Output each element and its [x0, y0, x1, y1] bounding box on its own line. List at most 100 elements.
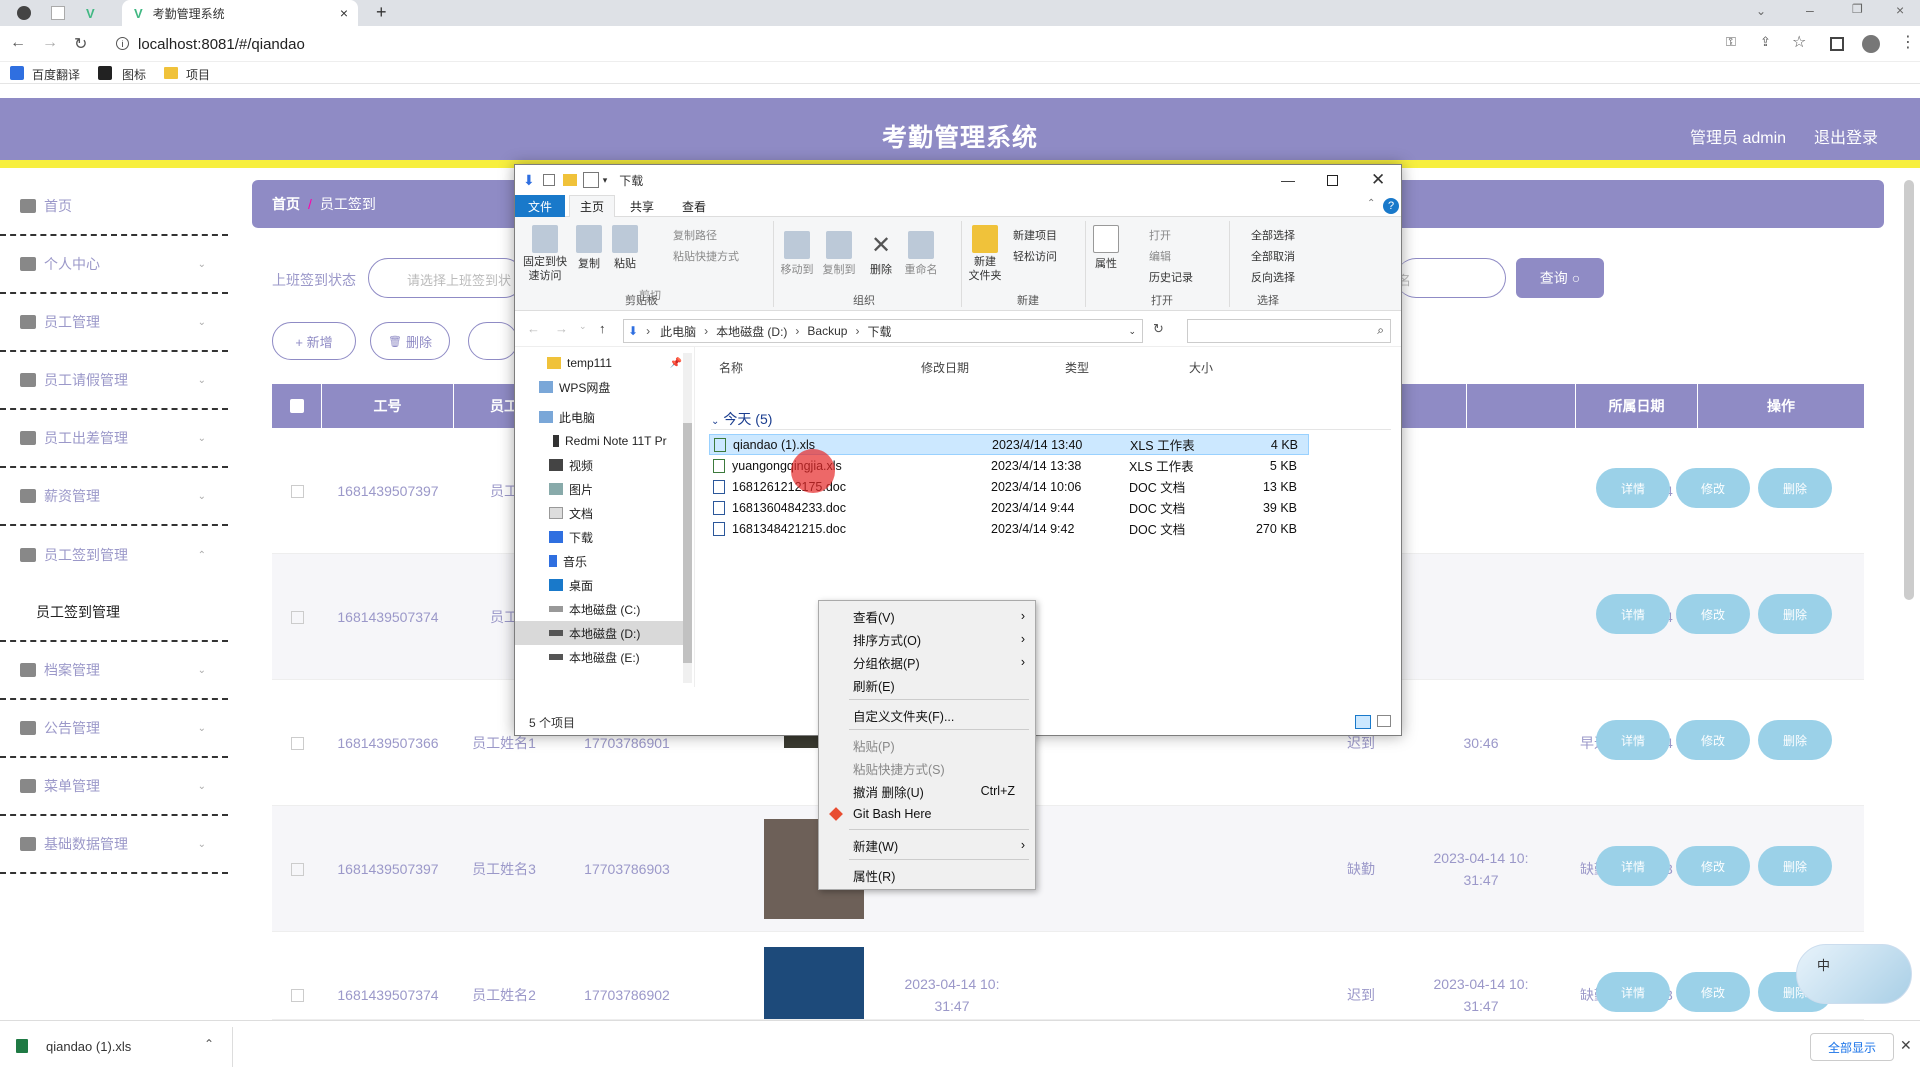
- tree-item[interactable]: 本地磁盘 (C:): [515, 597, 690, 621]
- new-tab-icon[interactable]: +: [376, 2, 387, 23]
- close-icon[interactable]: ✕: [1371, 170, 1385, 190]
- ime-widget[interactable]: 中: [1796, 944, 1912, 1004]
- edit-button[interactable]: 修改: [1676, 846, 1750, 886]
- column-name[interactable]: 名称: [719, 359, 743, 376]
- row-delete-button[interactable]: 删除: [1758, 846, 1832, 886]
- chevron-down-icon[interactable]: ⌄: [579, 321, 587, 332]
- tree-item[interactable]: 音乐: [515, 549, 690, 573]
- close-icon[interactable]: ×: [340, 5, 348, 21]
- row-checkbox[interactable]: [290, 484, 304, 498]
- sidebar-item-home[interactable]: 首页: [0, 178, 228, 236]
- menu-icon[interactable]: ⋮: [1900, 32, 1916, 52]
- sidebar-item-leave[interactable]: 员工请假管理 ⌄: [0, 352, 228, 410]
- reload-icon[interactable]: ↻: [74, 34, 87, 54]
- edit-button[interactable]: 修改: [1676, 720, 1750, 760]
- menu-item-group-by[interactable]: 分组依据(P) ›: [819, 651, 1035, 673]
- tree-item[interactable]: Redmi Note 11T Pr: [515, 429, 690, 453]
- tab-search-icon[interactable]: ⌄: [1756, 4, 1766, 18]
- info-icon[interactable]: i: [116, 37, 129, 50]
- select-all-cell[interactable]: [272, 384, 322, 428]
- page-scrollbar[interactable]: [1904, 180, 1914, 600]
- new-item-button[interactable]: 新建项目: [1013, 227, 1057, 243]
- sidebar-item-basedata[interactable]: 基础数据管理 ⌄: [0, 816, 228, 874]
- chevron-down-icon[interactable]: ⌄: [1128, 326, 1136, 337]
- window-close-icon[interactable]: ×: [1896, 2, 1904, 18]
- back-icon[interactable]: ←: [527, 321, 540, 336]
- sidebar-item-employees[interactable]: 员工管理 ⌄: [0, 294, 228, 352]
- copy-path-button[interactable]: 复制路径: [673, 227, 717, 243]
- extra-button[interactable]: [468, 322, 518, 360]
- browser-tab-pinned[interactable]: V: [78, 0, 106, 26]
- properties-quick-icon[interactable]: [542, 174, 555, 186]
- file-row[interactable]: 1681348421215.doc 2023/4/14 9:42 DOC 文档 270…: [709, 518, 1309, 539]
- edit-button[interactable]: 修改: [1676, 594, 1750, 634]
- menu-item-sort[interactable]: 排序方式(O) ›: [819, 628, 1035, 650]
- sidebar-subitem-checkin[interactable]: 员工签到管理: [0, 584, 228, 642]
- select-all-button[interactable]: 全部选择: [1251, 227, 1295, 243]
- tree-item-selected[interactable]: 本地磁盘 (D:): [515, 621, 690, 645]
- profile-icon[interactable]: [1862, 35, 1880, 53]
- pin-quick-access-button[interactable]: 固定到快 速访问: [519, 225, 571, 283]
- minimize-icon[interactable]: —: [1281, 172, 1295, 188]
- row-delete-button[interactable]: 删除: [1758, 720, 1832, 760]
- edit-button[interactable]: 编辑: [1149, 248, 1171, 264]
- path-segment[interactable]: 本地磁盘 (D:): [716, 323, 787, 340]
- delete-button[interactable]: 🗑 删除: [370, 322, 450, 360]
- menu-item-view[interactable]: 查看(V) ›: [819, 605, 1035, 627]
- tree-item[interactable]: 下载: [515, 525, 690, 549]
- breadcrumb-home[interactable]: 首页: [272, 194, 300, 214]
- tree-scrollbar-thumb[interactable]: [683, 423, 692, 663]
- file-row-selected[interactable]: qiandao (1).xls 2023/4/14 13:40 XLS 工作表 4 K…: [709, 434, 1309, 455]
- paste-button[interactable]: 粘贴: [609, 225, 641, 271]
- forward-icon[interactable]: →: [555, 321, 568, 336]
- url-field[interactable]: localhost:8081/#/qiandao: [138, 36, 305, 53]
- share-icon[interactable]: ⇪: [1760, 34, 1771, 50]
- show-all-button[interactable]: 全部显示: [1810, 1033, 1894, 1061]
- bookmark-item[interactable]: 项目: [186, 66, 210, 83]
- menu-item-refresh[interactable]: 刷新(E): [819, 674, 1035, 696]
- sidebar-item-checkin[interactable]: 员工签到管理 ⌃: [0, 526, 228, 584]
- detail-button[interactable]: 详情: [1596, 468, 1670, 508]
- tree-item[interactable]: temp111 📌: [515, 351, 690, 375]
- star-icon[interactable]: ☆: [1792, 32, 1806, 52]
- properties-button[interactable]: 属性: [1089, 225, 1123, 271]
- query-button[interactable]: 查询 ○: [1516, 258, 1604, 298]
- logout-link[interactable]: 退出登录: [1814, 124, 1878, 148]
- forward-icon[interactable]: →: [42, 34, 58, 52]
- detail-button[interactable]: 详情: [1596, 972, 1670, 1012]
- path-segment[interactable]: 此电脑: [660, 323, 696, 340]
- copy-button[interactable]: 复制: [573, 225, 605, 271]
- path-segment[interactable]: 下载: [867, 323, 891, 340]
- close-icon[interactable]: ✕: [1900, 1037, 1912, 1054]
- browser-tab-pinned[interactable]: [10, 0, 38, 26]
- address-bar[interactable]: ⬇ › 此电脑 › 本地磁盘 (D:) › Backup › 下载 ⌄: [623, 319, 1143, 343]
- key-icon[interactable]: ⚿: [1726, 34, 1736, 50]
- detail-button[interactable]: 详情: [1596, 846, 1670, 886]
- menu-item-undo-delete[interactable]: 撤消 删除(U) Ctrl+Z: [819, 780, 1035, 802]
- sidebar-item-menu[interactable]: 菜单管理 ⌄: [0, 758, 228, 816]
- group-header[interactable]: ⌄ 今天 (5): [711, 409, 772, 429]
- bookmark-item[interactable]: 图标: [122, 66, 146, 83]
- add-button[interactable]: + 新增: [272, 322, 356, 360]
- column-date[interactable]: 修改日期: [921, 359, 969, 376]
- browser-tab-pinned[interactable]: [44, 0, 72, 26]
- row-checkbox[interactable]: [290, 862, 304, 876]
- folder-icon[interactable]: [562, 174, 577, 186]
- sidebar-item-salary[interactable]: 薪资管理 ⌄: [0, 468, 228, 526]
- sidebar-item-notice[interactable]: 公告管理 ⌄: [0, 700, 228, 758]
- select-none-button[interactable]: 全部取消: [1251, 248, 1295, 264]
- edit-button[interactable]: 修改: [1676, 468, 1750, 508]
- delete-file-button[interactable]: ✕ 删除: [863, 231, 899, 277]
- download-file-name[interactable]: qiandao (1).xls: [46, 1039, 131, 1054]
- new-folder-button[interactable]: 新建 文件夹: [965, 225, 1005, 283]
- row-checkbox[interactable]: [290, 610, 304, 624]
- large-icons-view-icon[interactable]: [1377, 715, 1391, 727]
- help-icon[interactable]: ?: [1383, 198, 1399, 214]
- file-row[interactable]: 1681360484233.doc 2023/4/14 9:44 DOC 文档 39 …: [709, 497, 1309, 518]
- move-to-button[interactable]: 移动到: [777, 231, 817, 277]
- maximize-icon[interactable]: [1327, 174, 1338, 186]
- open-button[interactable]: 打开: [1149, 227, 1171, 243]
- easy-access-button[interactable]: 轻松访问: [1013, 248, 1057, 264]
- menu-item-git-bash[interactable]: Git Bash Here: [819, 803, 1035, 825]
- restore-icon[interactable]: ❐: [1852, 2, 1863, 16]
